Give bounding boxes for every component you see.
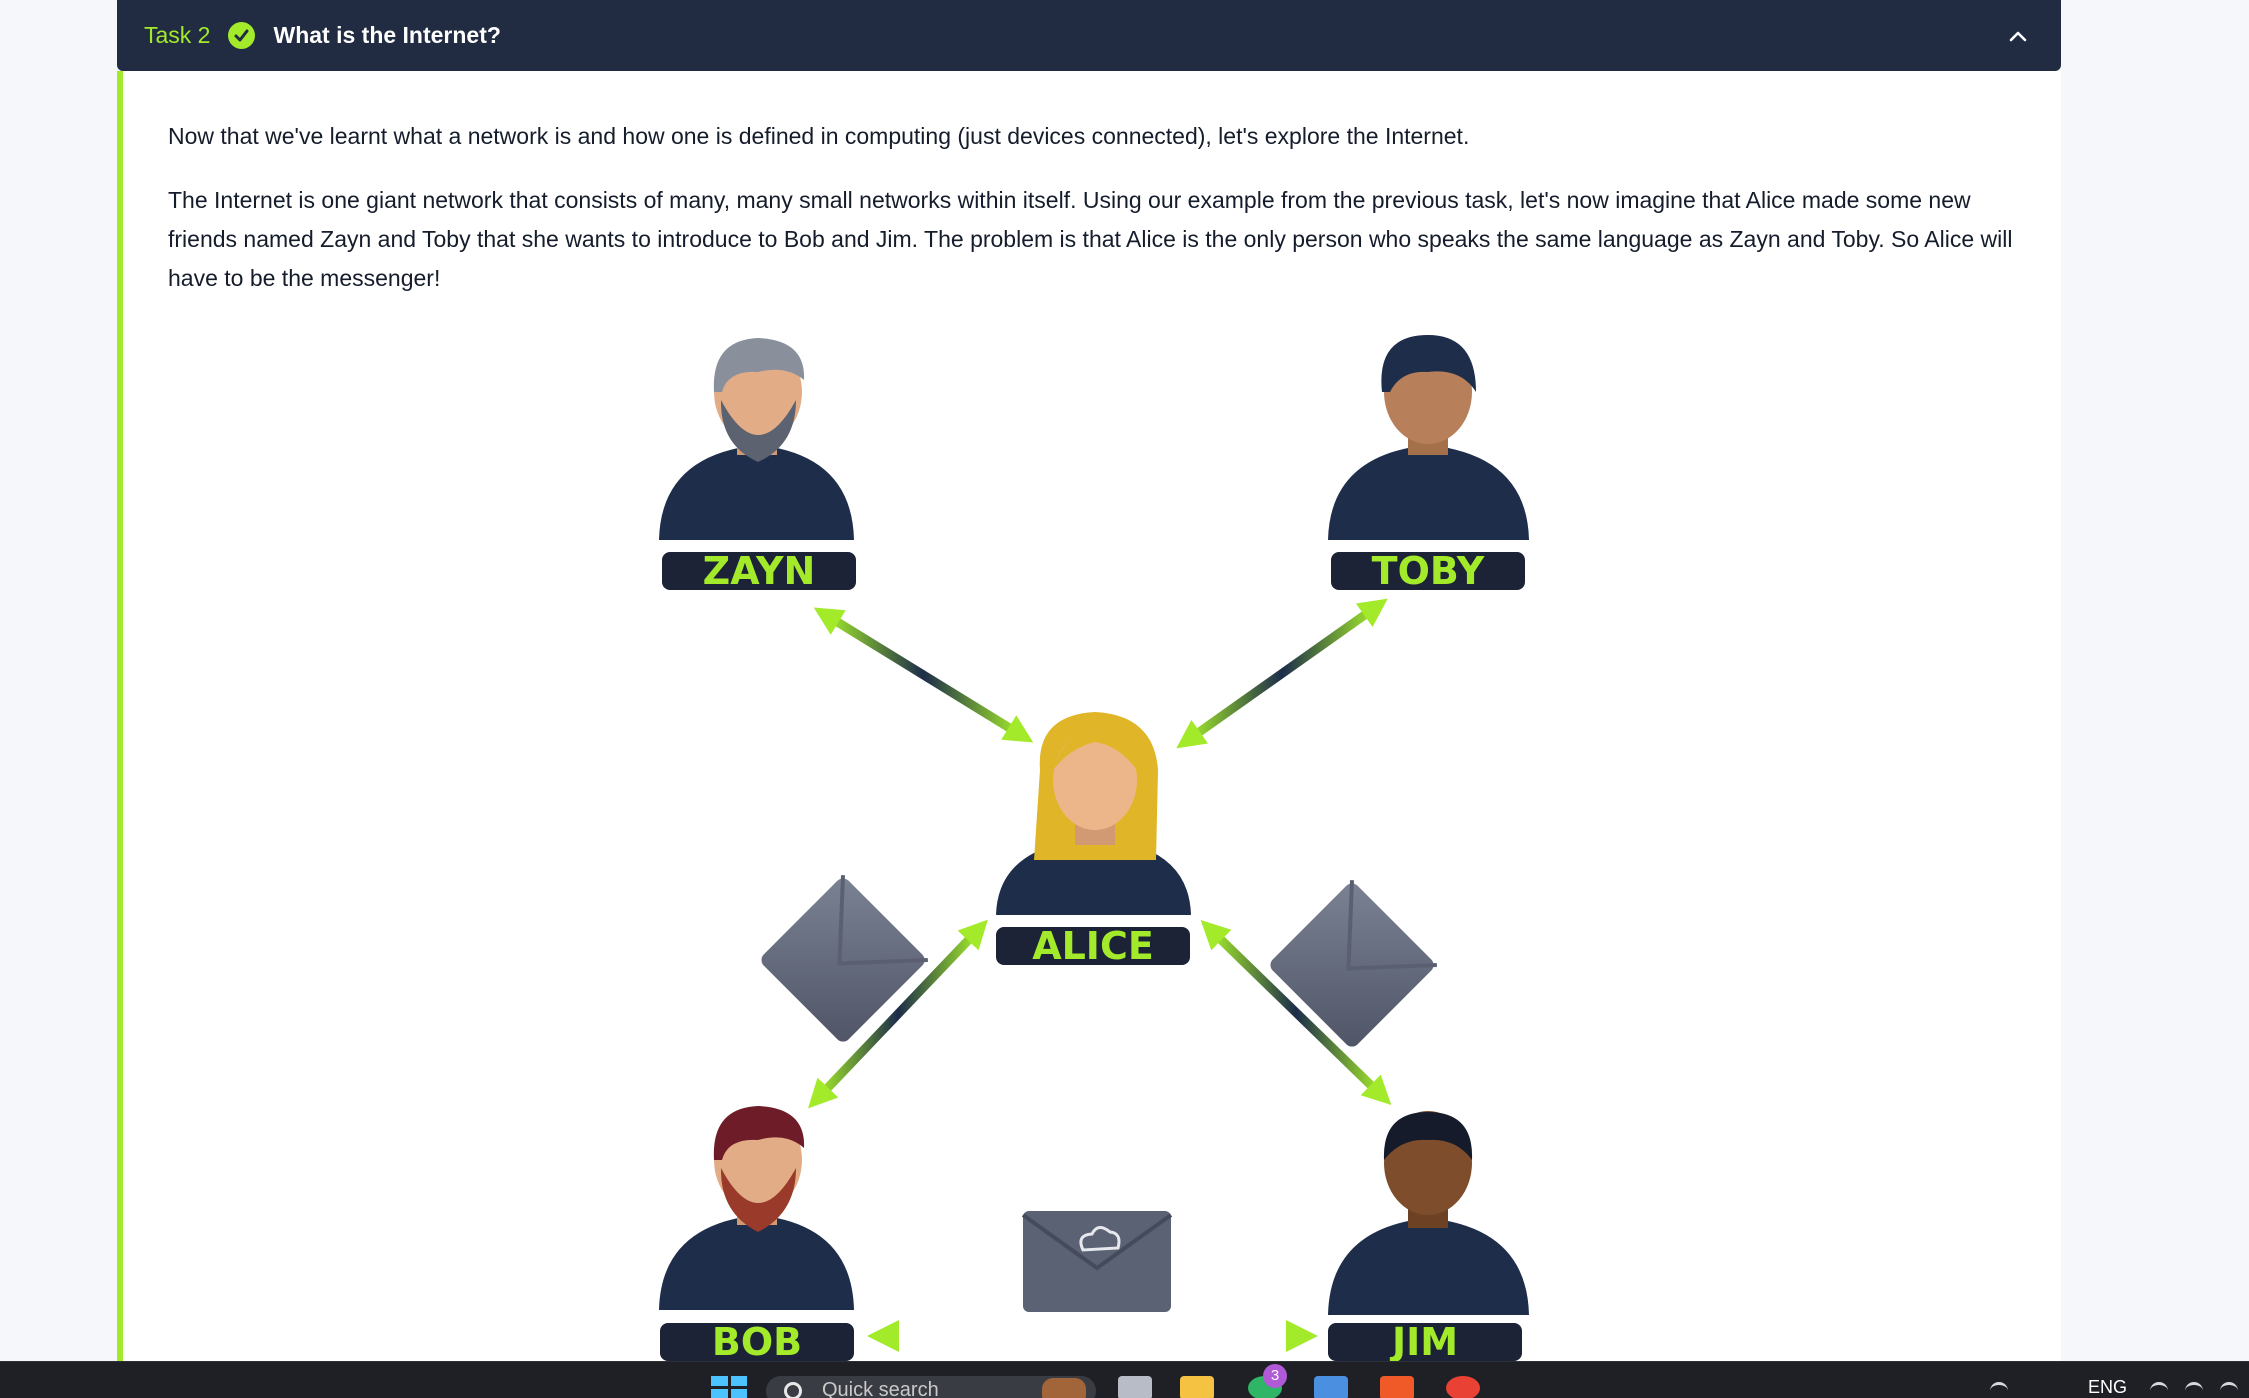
taskbar-search[interactable]: Quick search [766,1376,1096,1398]
arrow-zayn-alice [813,607,1034,743]
chevron-up-icon [2009,31,2027,42]
volume-icon[interactable] [2185,1382,2203,1396]
wifi-icon[interactable] [2150,1382,2168,1396]
notification-badge: 3 [1263,1364,1287,1388]
windows-start-icon[interactable] [711,1376,747,1398]
task-number: Task 2 [144,22,211,48]
label-alice: ALICE [1032,924,1154,968]
task-view-icon[interactable] [1118,1376,1152,1398]
person-alice: ALICE [996,712,1191,968]
store-icon[interactable] [1314,1376,1348,1398]
envelope-left-icon [761,875,928,1042]
task-header[interactable]: Task 2 What is the Internet? [117,0,2061,71]
person-jim: JIM [1328,1111,1529,1361]
internet-diagram: ZAYN TOBY ALICE BOB JIM [659,335,1529,1361]
language-indicator[interactable]: ENG [2088,1377,2127,1398]
label-jim: JIM [1389,1320,1458,1361]
check-icon [228,22,256,49]
search-placeholder: Quick search [822,1379,939,1398]
label-bob: BOB [712,1320,802,1361]
taskbar: Quick search 3 ENG [0,1361,2249,1398]
arrow-toby-alice [1176,598,1388,749]
envelope-cloud-icon [1021,1211,1173,1312]
label-toby: TOBY [1372,549,1485,593]
battery-icon[interactable] [2220,1382,2238,1396]
task-content: Now that we've learnt what a network is … [117,71,2061,1361]
task-title: What is the Internet? [273,22,501,48]
person-toby: TOBY [1328,335,1529,593]
person-zayn: ZAYN [659,338,856,593]
chrome-icon[interactable] [1446,1376,1480,1398]
file-explorer-icon[interactable] [1180,1376,1214,1398]
person-bob: BOB [659,1106,854,1361]
collapse-button[interactable] [2003,21,2033,51]
label-zayn: ZAYN [703,549,816,593]
search-highlight-icon [1042,1378,1086,1398]
tray-chevron-icon[interactable] [1990,1382,2008,1396]
search-icon [784,1382,802,1398]
envelope-right-icon [1270,880,1437,1047]
brave-browser-icon[interactable] [1380,1376,1414,1398]
